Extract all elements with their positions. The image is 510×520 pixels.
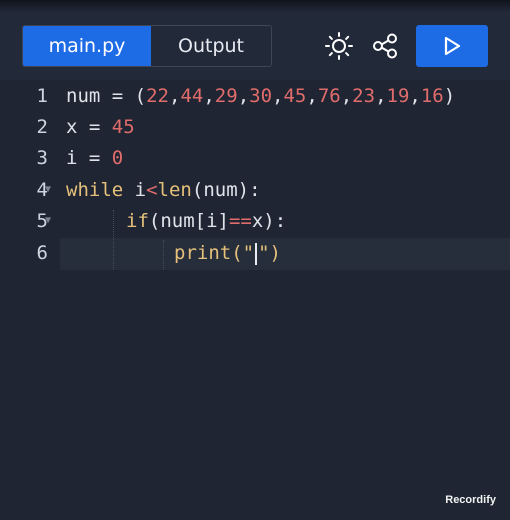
line-code: num = (22,44,29,30,45,76,23,19,16): [66, 85, 456, 107]
share-icon: [373, 33, 397, 59]
line-number: 4: [36, 179, 48, 201]
code-line[interactable]: 3 i = 0: [0, 143, 510, 173]
line-code: if(num[i]==x):: [126, 210, 287, 232]
share-button[interactable]: [368, 29, 402, 63]
editor-toolbar: main.py Output: [0, 0, 510, 80]
line-code: print(" "): [174, 242, 281, 265]
code-line[interactable]: 1 num = (22,44,29,30,45,76,23,19,16): [0, 81, 510, 111]
text-cursor: [255, 242, 258, 265]
play-icon: [444, 36, 461, 56]
line-number: 5: [36, 210, 48, 232]
code-line[interactable]: 5 ▼ if(num[i]==x):: [0, 206, 510, 236]
line-number: 1: [36, 85, 48, 107]
fold-arrow-icon[interactable]: ▼: [45, 206, 51, 236]
sun-icon: [325, 32, 353, 60]
code-line[interactable]: 4 ▼ while i<len(num):: [0, 175, 510, 205]
fold-arrow-icon[interactable]: ▼: [45, 175, 51, 205]
line-number: 2: [36, 116, 48, 138]
top-shade: [0, 0, 510, 12]
line-number: 3: [36, 147, 48, 169]
line-code: x = 45: [66, 116, 135, 138]
code-line[interactable]: 2 x = 45: [0, 112, 510, 142]
tab-group: main.py Output: [22, 25, 272, 67]
run-button[interactable]: [416, 25, 488, 67]
code-line[interactable]: 6 print(" "): [0, 238, 510, 268]
tab-main-py[interactable]: main.py: [23, 26, 151, 66]
line-number: 6: [36, 242, 48, 264]
tab-output[interactable]: Output: [151, 26, 271, 66]
watermark-label: Recordify: [445, 494, 496, 506]
line-code: while i<len(num):: [66, 179, 261, 201]
theme-toggle-button[interactable]: [322, 29, 356, 63]
line-code: i = 0: [66, 147, 124, 169]
